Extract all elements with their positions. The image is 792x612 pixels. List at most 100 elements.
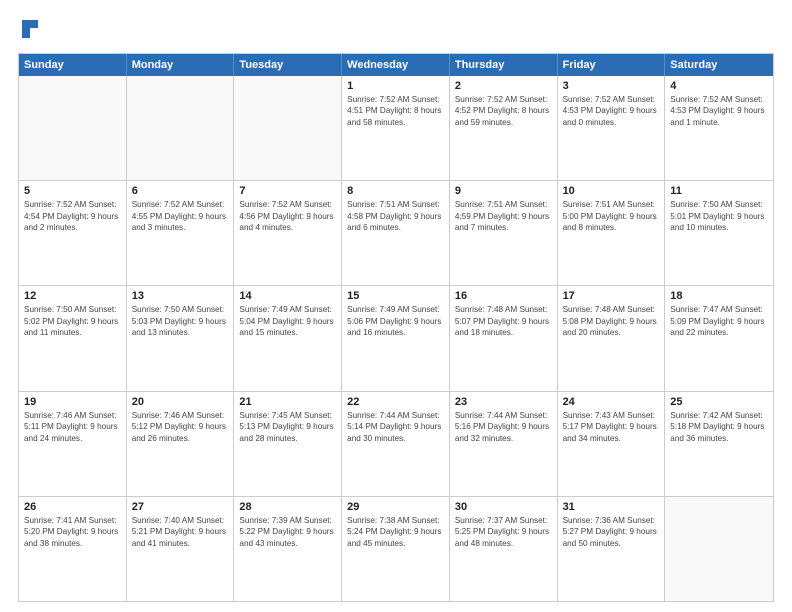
calendar-cell (665, 497, 773, 601)
cell-detail: Sunrise: 7:51 AM Sunset: 4:58 PM Dayligh… (347, 199, 444, 233)
cell-detail: Sunrise: 7:38 AM Sunset: 5:24 PM Dayligh… (347, 515, 444, 549)
cell-detail: Sunrise: 7:46 AM Sunset: 5:11 PM Dayligh… (24, 410, 121, 444)
calendar-cell: 22 Sunrise: 7:44 AM Sunset: 5:14 PM Dayli… (342, 392, 450, 496)
calendar-cell: 20 Sunrise: 7:46 AM Sunset: 5:12 PM Dayli… (127, 392, 235, 496)
calendar-cell: 2 Sunrise: 7:52 AM Sunset: 4:52 PM Daylig… (450, 76, 558, 180)
cell-detail: Sunrise: 7:52 AM Sunset: 4:53 PM Dayligh… (670, 94, 768, 128)
page: SundayMondayTuesdayWednesdayThursdayFrid… (0, 0, 792, 612)
calendar-cell: 25 Sunrise: 7:42 AM Sunset: 5:18 PM Dayli… (665, 392, 773, 496)
calendar-body: 1 Sunrise: 7:52 AM Sunset: 4:51 PM Daylig… (19, 76, 773, 601)
cell-detail: Sunrise: 7:52 AM Sunset: 4:52 PM Dayligh… (455, 94, 552, 128)
cell-detail: Sunrise: 7:46 AM Sunset: 5:12 PM Dayligh… (132, 410, 229, 444)
cell-detail: Sunrise: 7:40 AM Sunset: 5:21 PM Dayligh… (132, 515, 229, 549)
calendar-header-cell: Monday (127, 54, 235, 76)
day-number: 4 (670, 80, 768, 92)
calendar-cell: 1 Sunrise: 7:52 AM Sunset: 4:51 PM Daylig… (342, 76, 450, 180)
calendar-cell: 15 Sunrise: 7:49 AM Sunset: 5:06 PM Dayli… (342, 286, 450, 390)
day-number: 6 (132, 185, 229, 197)
calendar-week-row: 5 Sunrise: 7:52 AM Sunset: 4:54 PM Daylig… (19, 180, 773, 285)
calendar-cell: 5 Sunrise: 7:52 AM Sunset: 4:54 PM Daylig… (19, 181, 127, 285)
day-number: 27 (132, 501, 229, 513)
day-number: 16 (455, 290, 552, 302)
calendar-cell: 9Sunrise: 7:51 AM Sunset: 4:59 PM Daylig… (450, 181, 558, 285)
day-number: 8 (347, 185, 444, 197)
cell-detail: Sunrise: 7:52 AM Sunset: 4:51 PM Dayligh… (347, 94, 444, 128)
calendar-cell: 12Sunrise: 7:50 AM Sunset: 5:02 PM Dayli… (19, 286, 127, 390)
calendar-header-cell: Wednesday (342, 54, 450, 76)
calendar-header-cell: Saturday (665, 54, 773, 76)
calendar-cell: 11 Sunrise: 7:50 AM Sunset: 5:01 PM Dayli… (665, 181, 773, 285)
cell-detail: Sunrise: 7:42 AM Sunset: 5:18 PM Dayligh… (670, 410, 768, 444)
cell-detail: Sunrise: 7:52 AM Sunset: 4:53 PM Dayligh… (563, 94, 660, 128)
cell-detail: Sunrise: 7:45 AM Sunset: 5:13 PM Dayligh… (239, 410, 336, 444)
calendar-header-cell: Thursday (450, 54, 558, 76)
calendar-cell: 29Sunrise: 7:38 AM Sunset: 5:24 PM Dayli… (342, 497, 450, 601)
cell-detail: Sunrise: 7:44 AM Sunset: 5:16 PM Dayligh… (455, 410, 552, 444)
calendar-cell: 4 Sunrise: 7:52 AM Sunset: 4:53 PM Daylig… (665, 76, 773, 180)
cell-detail: Sunrise: 7:52 AM Sunset: 4:54 PM Dayligh… (24, 199, 121, 233)
calendar-cell (127, 76, 235, 180)
day-number: 10 (563, 185, 660, 197)
day-number: 20 (132, 396, 229, 408)
calendar-cell: 21Sunrise: 7:45 AM Sunset: 5:13 PM Dayli… (234, 392, 342, 496)
calendar: SundayMondayTuesdayWednesdayThursdayFrid… (18, 53, 774, 602)
cell-detail: Sunrise: 7:50 AM Sunset: 5:01 PM Dayligh… (670, 199, 768, 233)
calendar-cell: 23 Sunrise: 7:44 AM Sunset: 5:16 PM Dayli… (450, 392, 558, 496)
logo-text (18, 18, 42, 45)
day-number: 1 (347, 80, 444, 92)
calendar-header: SundayMondayTuesdayWednesdayThursdayFrid… (19, 54, 773, 76)
calendar-cell: 27 Sunrise: 7:40 AM Sunset: 5:21 PM Dayli… (127, 497, 235, 601)
day-number: 17 (563, 290, 660, 302)
calendar-cell: 13 Sunrise: 7:50 AM Sunset: 5:03 PM Dayli… (127, 286, 235, 390)
calendar-cell: 26 Sunrise: 7:41 AM Sunset: 5:20 PM Dayli… (19, 497, 127, 601)
day-number: 2 (455, 80, 552, 92)
cell-detail: Sunrise: 7:50 AM Sunset: 5:03 PM Dayligh… (132, 304, 229, 338)
cell-detail: Sunrise: 7:47 AM Sunset: 5:09 PM Dayligh… (670, 304, 768, 338)
cell-detail: Sunrise: 7:48 AM Sunset: 5:08 PM Dayligh… (563, 304, 660, 338)
cell-detail: Sunrise: 7:39 AM Sunset: 5:22 PM Dayligh… (239, 515, 336, 549)
day-number: 23 (455, 396, 552, 408)
calendar-cell (19, 76, 127, 180)
day-number: 7 (239, 185, 336, 197)
day-number: 13 (132, 290, 229, 302)
day-number: 11 (670, 185, 768, 197)
calendar-cell: 31 Sunrise: 7:36 AM Sunset: 5:27 PM Dayli… (558, 497, 666, 601)
day-number: 15 (347, 290, 444, 302)
day-number: 14 (239, 290, 336, 302)
cell-detail: Sunrise: 7:48 AM Sunset: 5:07 PM Dayligh… (455, 304, 552, 338)
calendar-cell (234, 76, 342, 180)
calendar-cell: 10 Sunrise: 7:51 AM Sunset: 5:00 PM Dayli… (558, 181, 666, 285)
day-number: 3 (563, 80, 660, 92)
logo-flag-icon (20, 18, 42, 40)
calendar-header-cell: Friday (558, 54, 666, 76)
cell-detail: Sunrise: 7:51 AM Sunset: 4:59 PM Dayligh… (455, 199, 552, 233)
cell-detail: Sunrise: 7:41 AM Sunset: 5:20 PM Dayligh… (24, 515, 121, 549)
day-number: 22 (347, 396, 444, 408)
cell-detail: Sunrise: 7:49 AM Sunset: 5:06 PM Dayligh… (347, 304, 444, 338)
calendar-cell: 24Sunrise: 7:43 AM Sunset: 5:17 PM Dayli… (558, 392, 666, 496)
calendar-cell: 30Sunrise: 7:37 AM Sunset: 5:25 PM Dayli… (450, 497, 558, 601)
day-number: 24 (563, 396, 660, 408)
calendar-cell: 19 Sunrise: 7:46 AM Sunset: 5:11 PM Dayli… (19, 392, 127, 496)
cell-detail: Sunrise: 7:44 AM Sunset: 5:14 PM Dayligh… (347, 410, 444, 444)
day-number: 25 (670, 396, 768, 408)
day-number: 26 (24, 501, 121, 513)
calendar-cell: 14Sunrise: 7:49 AM Sunset: 5:04 PM Dayli… (234, 286, 342, 390)
day-number: 28 (239, 501, 336, 513)
day-number: 5 (24, 185, 121, 197)
cell-detail: Sunrise: 7:50 AM Sunset: 5:02 PM Dayligh… (24, 304, 121, 338)
calendar-week-row: 19 Sunrise: 7:46 AM Sunset: 5:11 PM Dayli… (19, 391, 773, 496)
calendar-cell: 3 Sunrise: 7:52 AM Sunset: 4:53 PM Daylig… (558, 76, 666, 180)
header (18, 18, 774, 45)
cell-detail: Sunrise: 7:36 AM Sunset: 5:27 PM Dayligh… (563, 515, 660, 549)
calendar-cell: 16 Sunrise: 7:48 AM Sunset: 5:07 PM Dayli… (450, 286, 558, 390)
calendar-cell: 28 Sunrise: 7:39 AM Sunset: 5:22 PM Dayli… (234, 497, 342, 601)
day-number: 19 (24, 396, 121, 408)
calendar-week-row: 1 Sunrise: 7:52 AM Sunset: 4:51 PM Daylig… (19, 76, 773, 180)
cell-detail: Sunrise: 7:52 AM Sunset: 4:55 PM Dayligh… (132, 199, 229, 233)
day-number: 31 (563, 501, 660, 513)
day-number: 18 (670, 290, 768, 302)
day-number: 30 (455, 501, 552, 513)
cell-detail: Sunrise: 7:51 AM Sunset: 5:00 PM Dayligh… (563, 199, 660, 233)
calendar-cell: 17 Sunrise: 7:48 AM Sunset: 5:08 PM Dayli… (558, 286, 666, 390)
